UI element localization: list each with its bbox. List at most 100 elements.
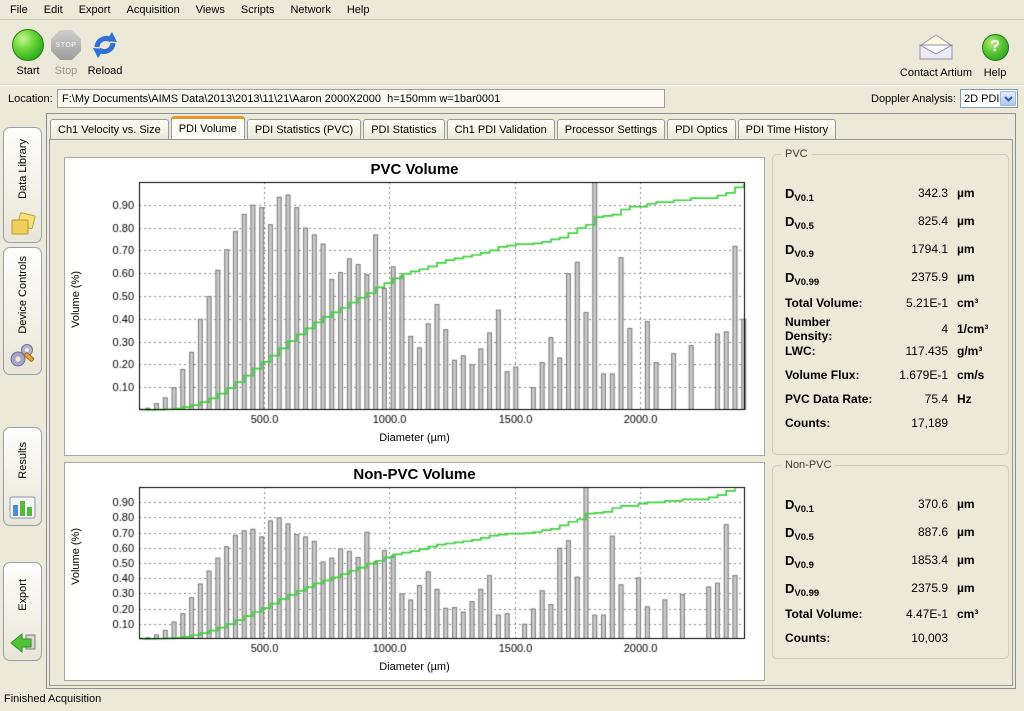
pvc-volume-chart-title: PVC Volume — [65, 161, 764, 178]
stat-row-dv05: DV0.5 825.4µm — [785, 207, 998, 235]
doppler-analysis-select[interactable]: 2D PDI — [960, 89, 1018, 108]
app-window: { "menubar": { "items": ["File", "Edit",… — [0, 0, 1024, 711]
envelope-icon — [917, 33, 955, 61]
stat-row-number-density: Number Density: 41/cm³ — [785, 315, 998, 339]
reload-icon — [89, 29, 121, 61]
menu-item-network[interactable]: Network — [282, 2, 338, 18]
stat-unit: µm — [948, 214, 998, 228]
bar-chart-icon — [9, 492, 36, 520]
stat-row-total-volume: Total Volume: 5.21E-1cm³ — [785, 291, 998, 315]
export-arrow-icon — [9, 627, 37, 655]
chevron-down-icon[interactable] — [1000, 91, 1016, 106]
stat-unit: cm³ — [948, 607, 998, 621]
stat-row-pvc-data-rate: PVC Data Rate: 75.4Hz — [785, 387, 998, 411]
stat-unit: cm/s — [948, 368, 998, 382]
stat-unit: µm — [948, 525, 998, 539]
stop-button[interactable]: STOP Stop — [47, 27, 85, 77]
help-button[interactable]: ? Help — [976, 29, 1014, 79]
tab-processor-settings[interactable]: Processor Settings — [557, 119, 665, 139]
stat-value: 4 — [876, 322, 948, 336]
location-label: Location: — [8, 93, 53, 105]
menu-item-export[interactable]: Export — [71, 2, 119, 18]
tab-page-pdi-volume: PVC Volume Volume (%) Diameter (µm) Non-… — [49, 139, 1013, 686]
stat-unit: g/m³ — [948, 344, 998, 358]
tab-pdi-volume[interactable]: PDI Volume — [171, 116, 245, 139]
stat-value: 17,189 — [876, 416, 948, 430]
help-button-label: Help — [976, 67, 1014, 79]
stat-value: 5.21E-1 — [876, 296, 948, 310]
stat-unit: 1/cm³ — [948, 322, 998, 336]
menubar: File Edit Export Acquisition Views Scrip… — [0, 0, 1024, 20]
contact-artium-button[interactable]: Contact Artium — [898, 29, 974, 79]
location-input[interactable] — [57, 89, 665, 108]
sidebar-device-controls-label: Device Controls — [17, 256, 29, 334]
sidebar-results-label: Results — [17, 442, 29, 479]
start-button-label: Start — [6, 65, 50, 77]
stat-value: 887.6 — [876, 525, 948, 539]
stat-row-dv09: DV0.9 1853.4µm — [785, 546, 998, 574]
tab-ch1-pdi-validation[interactable]: Ch1 PDI Validation — [447, 119, 555, 139]
menu-item-views[interactable]: Views — [188, 2, 233, 18]
nonpvc-volume-chart-panel: Non-PVC Volume Volume (%) Diameter (µm) — [64, 462, 765, 681]
stat-value: 4.47E-1 — [876, 607, 948, 621]
pvc-stats-title: PVC — [781, 148, 812, 160]
reload-button-label: Reload — [83, 65, 127, 77]
stat-unit: µm — [948, 242, 998, 256]
nonpvc-stats-title: Non-PVC — [781, 459, 835, 471]
pvc-volume-chart-panel: PVC Volume Volume (%) Diameter (µm) — [64, 157, 765, 456]
stat-value: 10,003 — [876, 631, 948, 645]
tab-strip: Ch1 Velocity vs. Size PDI Volume PDI Sta… — [50, 116, 836, 139]
stat-row-total-volume: Total Volume: 4.47E-1cm³ — [785, 602, 998, 626]
status-text: Finished Acquisition — [4, 693, 101, 705]
sidebar-item-data-library[interactable]: Data Library — [3, 127, 42, 243]
sidebar-item-device-controls[interactable]: Device Controls — [3, 247, 42, 375]
stat-unit: µm — [948, 553, 998, 567]
menu-item-edit[interactable]: Edit — [36, 2, 71, 18]
stat-unit: µm — [948, 270, 998, 284]
stat-row-dv099: DV0.99 2375.9µm — [785, 263, 998, 291]
tab-pdi-statistics-pvc[interactable]: PDI Statistics (PVC) — [247, 119, 361, 139]
pvc-volume-y-axis-label: Volume (%) — [70, 271, 82, 328]
sidebar-item-export[interactable]: Export — [3, 562, 42, 661]
doppler-analysis-label: Doppler Analysis: — [856, 93, 956, 105]
tab-pdi-optics[interactable]: PDI Optics — [667, 119, 736, 139]
tab-pdi-statistics[interactable]: PDI Statistics — [363, 119, 444, 139]
reload-button[interactable]: Reload — [83, 27, 127, 77]
stat-value: 342.3 — [876, 186, 948, 200]
stat-row-dv09: DV0.9 1794.1µm — [785, 235, 998, 263]
tab-ch1-velocity-vs-size[interactable]: Ch1 Velocity vs. Size — [50, 119, 169, 139]
stat-value: 117.435 — [876, 344, 948, 358]
menu-item-help[interactable]: Help — [339, 2, 378, 18]
menu-item-acquisition[interactable]: Acquisition — [119, 2, 188, 18]
toolbar-divider — [0, 84, 1024, 86]
nonpvc-volume-y-axis-label: Volume (%) — [70, 528, 82, 585]
nonpvc-volume-chart-title: Non-PVC Volume — [65, 466, 764, 483]
stat-row-volume-flux: Volume Flux: 1.679E-1cm/s — [785, 363, 998, 387]
nonpvc-volume-chart-canvas — [83, 483, 755, 659]
gears-icon — [9, 341, 37, 369]
stat-row-dv01: DV0.1 370.6µm — [785, 490, 998, 518]
stat-row-dv01: DV0.1 342.3µm — [785, 179, 998, 207]
nonpvc-stats-groupbox: Non-PVC DV0.1 370.6µm DV0.5 887.6µm DV0.… — [772, 465, 1009, 659]
contact-artium-label: Contact Artium — [898, 67, 974, 79]
stat-value: 1853.4 — [876, 553, 948, 567]
stat-unit: cm³ — [948, 296, 998, 310]
stop-button-label: Stop — [47, 65, 85, 77]
stat-row-dv099: DV0.99 2375.9µm — [785, 574, 998, 602]
help-icon: ? — [982, 34, 1009, 61]
stat-value: 1.679E-1 — [876, 368, 948, 382]
stat-value: 370.6 — [876, 497, 948, 511]
tab-pdi-time-history[interactable]: PDI Time History — [738, 119, 837, 139]
start-button[interactable]: Start — [6, 27, 50, 77]
folders-icon — [9, 209, 37, 237]
menu-item-scripts[interactable]: Scripts — [233, 2, 283, 18]
stat-value: 75.4 — [876, 392, 948, 406]
stat-value: 1794.1 — [876, 242, 948, 256]
pvc-volume-x-axis-label: Diameter (µm) — [65, 432, 764, 444]
doppler-analysis-value: 2D PDI — [961, 93, 1000, 105]
stat-row-counts: Counts: 10,003 — [785, 626, 998, 650]
sidebar-item-results[interactable]: Results — [3, 427, 42, 526]
menu-item-file[interactable]: File — [2, 2, 36, 18]
status-bar: Finished Acquisition — [0, 689, 1024, 711]
sidebar-data-library-label: Data Library — [17, 139, 29, 199]
